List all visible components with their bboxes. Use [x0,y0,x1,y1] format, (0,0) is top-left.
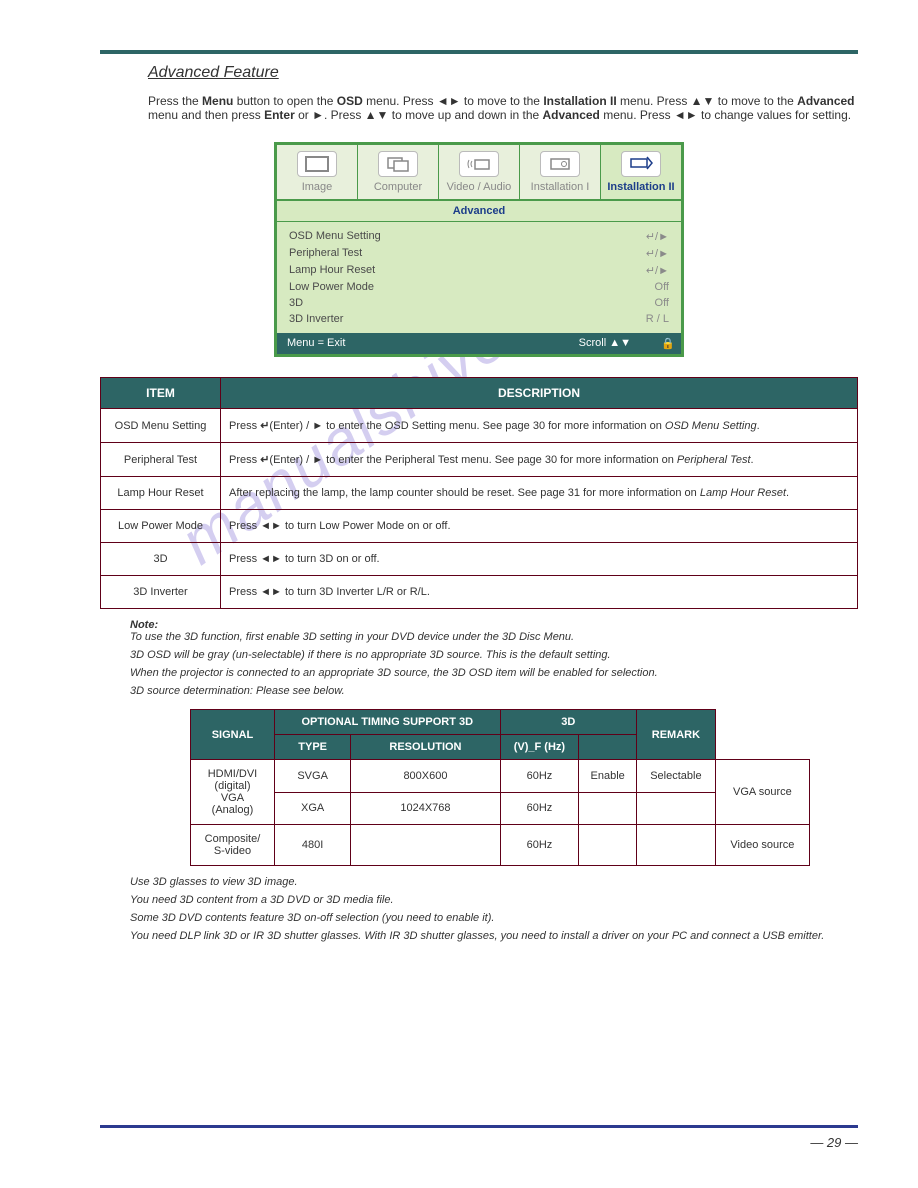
osd-item-list: OSD Menu Setting↵/► Peripheral Test↵/► L… [277,222,681,333]
osd-row[interactable]: Low Power ModeOff [289,279,669,295]
th-blank [579,735,637,760]
osd-row[interactable]: Peripheral Test↵/► [289,245,669,262]
note-text: When the projector is connected to an ap… [130,667,858,679]
note-text: 3D OSD will be gray (un-selectable) if t… [130,649,858,661]
table-row: Low Power Mode Press ◄► to turn Low Powe… [101,510,858,543]
osd-tab-video[interactable]: Video / Audio [439,145,520,199]
video-audio-icon [459,151,499,177]
note-text: Some 3D DVD contents feature 3D on-off s… [130,912,858,924]
install1-icon [540,151,580,177]
image-icon [297,151,337,177]
osd-tab-bar: Image Computer Video / Audio Installatio… [277,145,681,201]
osd-status-left: Menu = Exit [287,337,345,350]
osd-status-right: Scroll ▲▼ [579,337,631,350]
osd-subtitle: Advanced [277,201,681,222]
note-text: 3D source determination: Please see belo… [130,685,858,697]
osd-tab-image[interactable]: Image [277,145,358,199]
intro-paragraph: Press the Menu button to open the OSD me… [148,94,858,122]
section-title: Advanced Feature [148,64,858,82]
th-type: TYPE [274,735,350,760]
table-row: HDMI/DVI(digital)VGA(Analog) SVGA 800X60… [191,760,810,793]
table-row: OSD Menu Setting Press ↵(Enter) / ► to e… [101,409,858,443]
note-block: Note: To use the 3D function, first enab… [130,619,858,643]
th-res: RESOLUTION [351,735,500,760]
osd-tab-install2[interactable]: Installation II [601,145,681,199]
osd-row[interactable]: 3DOff [289,295,669,311]
desc-head-desc: DESCRIPTION [221,378,858,409]
th-remark: REMARK [637,710,716,760]
note-text: You need DLP link 3D or IR 3D shutter gl… [130,930,858,942]
page-content: Advanced Feature Press the Menu button t… [0,0,918,978]
osd-panel: Image Computer Video / Audio Installatio… [274,142,684,357]
osd-tab-computer[interactable]: Computer [358,145,439,199]
table-row: Lamp Hour Reset After replacing the lamp… [101,477,858,510]
threed-signal-table: SIGNAL OPTIONAL TIMING SUPPORT 3D 3D REM… [190,709,810,866]
table-row: Composite/S-video 480I 60Hz Video source [191,825,810,866]
page-number: — 29 — [810,1135,858,1150]
install2-icon [621,151,661,177]
table-row: 3D Inverter Press ◄► to turn 3D Inverter… [101,576,858,609]
table-row: 3D Press ◄► to turn 3D on or off. [101,543,858,576]
osd-tab-install1[interactable]: Installation I [520,145,601,199]
footer-divider [100,1125,858,1128]
desc-head-item: ITEM [101,378,221,409]
th-optional: OPTIONAL TIMING SUPPORT 3D [274,710,500,735]
osd-row[interactable]: OSD Menu Setting↵/► [289,228,669,245]
osd-status-bar: Menu = Exit Scroll ▲▼ 🔒 [277,333,681,354]
table-row: Peripheral Test Press ↵(Enter) / ► to en… [101,443,858,477]
osd-row[interactable]: Lamp Hour Reset↵/► [289,262,669,279]
lock-icon: 🔒 [661,337,671,350]
header-divider [100,50,858,54]
note-text: Use 3D glasses to view 3D image. [130,876,858,888]
th-signal: SIGNAL [191,710,275,760]
th-vf: (V)_F (Hz) [500,735,579,760]
th-3d: 3D [500,710,636,735]
computer-icon [378,151,418,177]
osd-row[interactable]: 3D InverterR / L [289,311,669,327]
note-text: You need 3D content from a 3D DVD or 3D … [130,894,858,906]
description-table: ITEM DESCRIPTION OSD Menu Setting Press … [100,377,858,609]
